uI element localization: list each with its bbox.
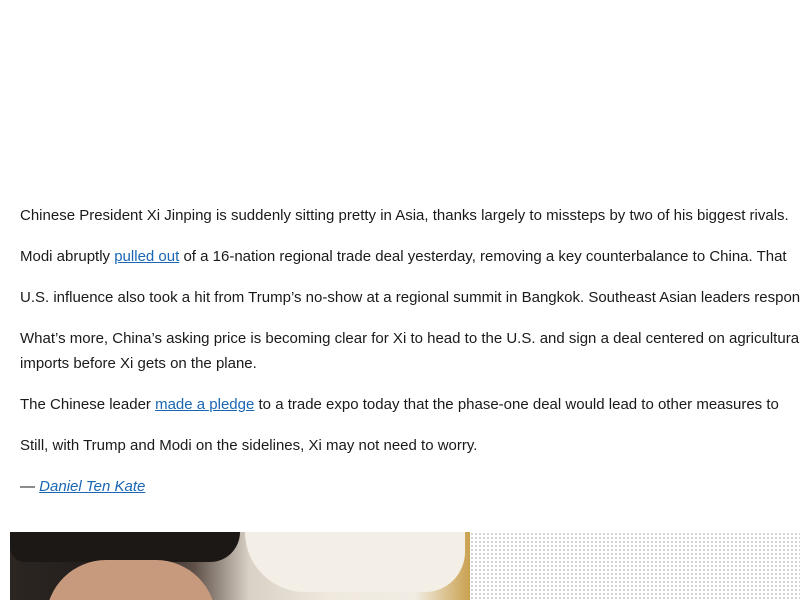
leaders-photo xyxy=(10,532,470,600)
paragraph-line: imports before Xi gets on the plane. xyxy=(20,355,257,372)
paragraph-china-asking-price: What’s more, China’s asking price is bec… xyxy=(20,326,800,376)
dot-pattern-background xyxy=(470,532,800,600)
article-body: Chinese President Xi Jinping is suddenly… xyxy=(20,203,800,515)
paragraph-text: The Chinese leader xyxy=(20,396,156,413)
photo-hair-dark xyxy=(10,532,240,562)
paragraph-xi-rivals: Chinese President Xi Jinping is suddenly… xyxy=(20,207,789,224)
byline-dash: — xyxy=(20,478,40,495)
photo-strip xyxy=(10,532,800,600)
paragraph-text: Modi abruptly xyxy=(20,248,115,265)
photo-hair-light xyxy=(245,532,465,592)
paragraph-text: to a trade expo today that the phase-one… xyxy=(254,396,779,413)
paragraph-us-influence: U.S. influence also took a hit from Trum… xyxy=(20,289,800,306)
byline: — Daniel Ten Kate xyxy=(20,474,800,499)
paragraph-chinese-leader-pledge: The Chinese leader made a pledge to a tr… xyxy=(20,392,800,417)
author-link[interactable]: Daniel Ten Kate xyxy=(39,478,145,495)
photo-face xyxy=(46,560,216,600)
paragraph-sidelines: Still, with Trump and Modi on the sideli… xyxy=(20,437,478,454)
paragraph-modi-trade-deal: Modi abruptly pulled out of a 16-nation … xyxy=(20,244,800,269)
made-a-pledge-link[interactable]: made a pledge xyxy=(155,396,254,413)
pulled-out-link[interactable]: pulled out xyxy=(114,248,179,265)
paragraph-line: What’s more, China’s asking price is bec… xyxy=(20,330,800,347)
paragraph-text: of a 16-nation regional trade deal yeste… xyxy=(179,248,787,265)
